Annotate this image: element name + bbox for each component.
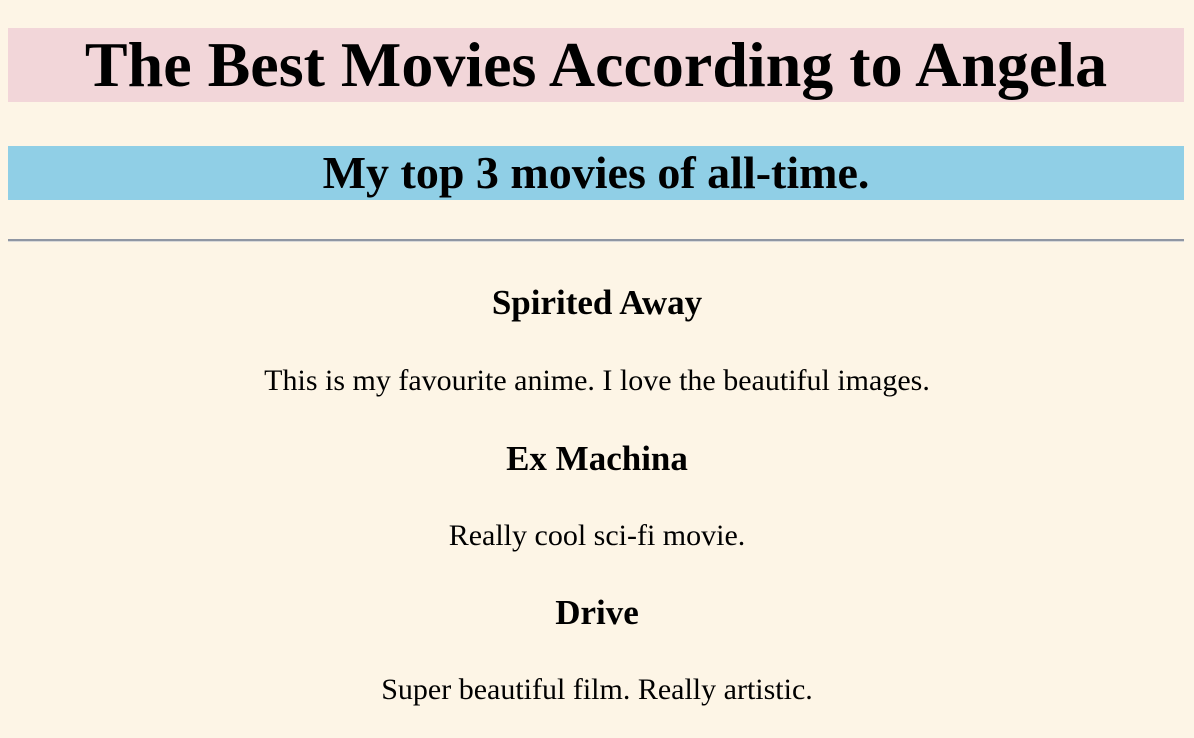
page-subtitle: My top 3 movies of all-time. (8, 146, 1184, 200)
movie-title-spirited-away: Spirited Away (491, 283, 703, 322)
movie-title-ex-machina: Ex Machina (506, 439, 688, 478)
page: The Best Movies According to Angela My t… (0, 0, 1194, 738)
movie-title-drive: Drive (555, 593, 639, 632)
movie-description-drive: Super beautiful film. Really artistic. (381, 673, 813, 706)
movie-description-ex-machina: Really cool sci-fi movie. (448, 519, 746, 552)
movie-description-spirited-away: This is my favourite anime. I love the b… (264, 364, 930, 397)
page-title: The Best Movies According to Angela (8, 28, 1184, 102)
divider (8, 239, 1184, 242)
